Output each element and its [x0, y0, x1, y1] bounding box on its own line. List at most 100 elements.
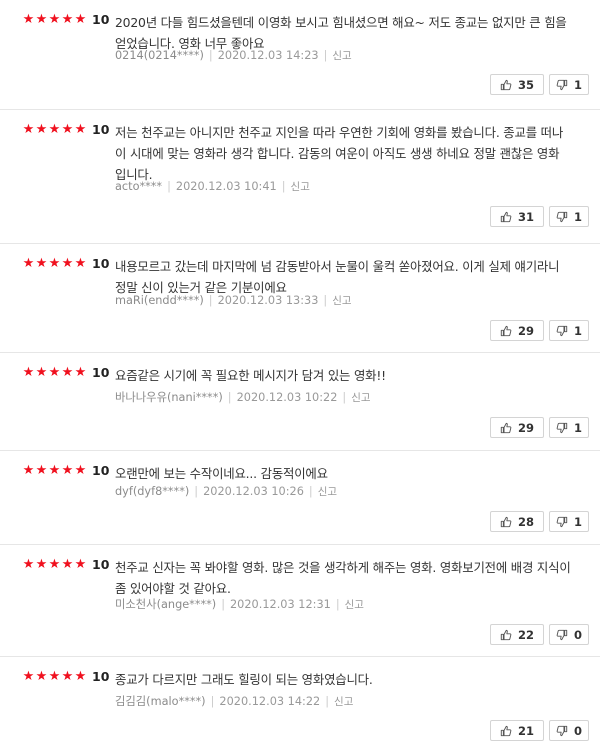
thumbs-up-icon: [500, 725, 512, 736]
review-author[interactable]: 0214(0214****): [115, 49, 204, 62]
thumbs-down-icon: [556, 725, 568, 736]
dislike-button[interactable]: 0: [549, 720, 589, 741]
star-rating: ★ ★ ★ ★ ★ 10: [22, 12, 110, 28]
star-icon: ★: [61, 463, 74, 478]
review-author[interactable]: acto****: [115, 180, 162, 193]
thumbs-down-icon: [556, 516, 568, 527]
like-count: 29: [517, 323, 534, 338]
review-list: ★ ★ ★ ★ ★ 10 2020년 다들 힘드셨을텐데 이영화 보시고 힘내셨으면 해…: [0, 0, 600, 753]
star-icon: ★: [22, 122, 35, 137]
vote-buttons: 29 1: [490, 320, 589, 341]
report-link[interactable]: 신고: [334, 696, 353, 708]
vote-buttons: 21 0: [490, 720, 589, 741]
rating-score: 10: [92, 12, 110, 27]
dislike-button[interactable]: 1: [549, 511, 589, 532]
star-icon: ★: [61, 256, 74, 271]
star-icon: ★: [35, 12, 48, 27]
star-rating: ★ ★ ★ ★ ★ 10: [22, 557, 110, 573]
meta-divider: |: [281, 180, 286, 193]
star-icon: ★: [61, 122, 74, 137]
thumbs-up-icon: [500, 516, 512, 527]
report-link[interactable]: 신고: [291, 181, 310, 193]
thumbs-down-icon: [556, 325, 568, 336]
thumbs-down-icon: [556, 422, 568, 433]
star-icon: ★: [61, 557, 74, 572]
like-count: 21: [517, 723, 534, 738]
dislike-button[interactable]: 1: [549, 417, 589, 438]
star-icon: ★: [22, 12, 35, 27]
report-link[interactable]: 신고: [345, 599, 364, 611]
like-button[interactable]: 29: [490, 417, 544, 438]
review-meta: acto**** | 2020.12.03 10:41 | 신고: [115, 179, 310, 195]
review-text: 오랜만에 보는 수작이네요... 감동적이에요: [115, 466, 328, 481]
rating-score: 10: [92, 463, 110, 478]
rating-score: 10: [92, 365, 110, 380]
meta-divider: |: [323, 49, 328, 62]
review-item: ★ ★ ★ ★ ★ 10 천주교 신자는 꼭 봐야할 영화. 많은 것을 생각하게 해주…: [0, 545, 600, 657]
star-icon: ★: [48, 365, 61, 380]
like-button[interactable]: 28: [490, 511, 544, 532]
like-button[interactable]: 21: [490, 720, 544, 741]
review-date: 2020.12.03 10:26: [203, 485, 304, 498]
star-icon: ★: [48, 12, 61, 27]
review-item: ★ ★ ★ ★ ★ 10 요즘같은 시기에 꼭 필요한 메시지가 담겨 있는 영화!! …: [0, 353, 600, 451]
thumbs-up-icon: [500, 325, 512, 336]
review-author[interactable]: 바나나우유(nani****): [115, 391, 223, 404]
star-rating: ★ ★ ★ ★ ★ 10: [22, 256, 110, 272]
like-count: 35: [517, 77, 534, 92]
dislike-button[interactable]: 0: [549, 624, 589, 645]
star-icon: ★: [48, 256, 61, 271]
star-icon: ★: [74, 463, 87, 478]
review-meta: dyf(dyf8****) | 2020.12.03 10:26 | 신고: [115, 484, 337, 500]
review-author[interactable]: maRi(endd****): [115, 294, 204, 307]
report-link[interactable]: 신고: [332, 295, 351, 307]
star-icon: ★: [74, 256, 87, 271]
star-icon: ★: [22, 365, 35, 380]
meta-divider: |: [308, 485, 313, 498]
review-text: 천주교 신자는 꼭 봐야할 영화. 많은 것을 생각하게 해주는 영화. 영화보…: [115, 560, 571, 596]
review-author[interactable]: 김김김(malo****): [115, 695, 206, 708]
like-button[interactable]: 31: [490, 206, 544, 227]
report-link[interactable]: 신고: [351, 392, 370, 404]
like-button[interactable]: 35: [490, 74, 544, 95]
meta-divider: |: [194, 485, 199, 498]
star-rating: ★ ★ ★ ★ ★ 10: [22, 463, 110, 479]
thumbs-up-icon: [500, 211, 512, 222]
report-link[interactable]: 신고: [318, 486, 337, 498]
report-link[interactable]: 신고: [332, 50, 351, 62]
star-icon: ★: [35, 463, 48, 478]
thumbs-up-icon: [500, 629, 512, 640]
review-text: 저는 천주교는 아니지만 천주교 지인을 따라 우연한 기회에 영화를 봤습니다…: [115, 125, 564, 182]
like-count: 31: [517, 209, 534, 224]
review-date: 2020.12.03 14:22: [219, 695, 321, 708]
thumbs-down-icon: [556, 629, 568, 640]
like-button[interactable]: 22: [490, 624, 544, 645]
star-icon: ★: [74, 557, 87, 572]
star-icon: ★: [61, 365, 74, 380]
vote-buttons: 22 0: [490, 624, 589, 645]
star-icon: ★: [35, 669, 48, 684]
like-button[interactable]: 29: [490, 320, 544, 341]
review-date: 2020.12.03 10:41: [175, 180, 277, 193]
review-item: ★ ★ ★ ★ ★ 10 저는 천주교는 아니지만 천주교 지인을 따라 우연한 기회에…: [0, 110, 600, 244]
meta-divider: |: [167, 180, 171, 193]
review-item: ★ ★ ★ ★ ★ 10 내용모르고 갔는데 마지막에 넘 감동받아서 눈물이 울컥 쏟…: [0, 244, 600, 353]
meta-divider: |: [221, 598, 225, 611]
star-icon: ★: [74, 669, 87, 684]
dislike-button[interactable]: 1: [549, 74, 589, 95]
star-rating: ★ ★ ★ ★ ★ 10: [22, 669, 110, 685]
review-date: 2020.12.03 13:33: [217, 294, 319, 307]
rating-score: 10: [92, 557, 110, 572]
dislike-button[interactable]: 1: [549, 206, 589, 227]
meta-divider: |: [325, 695, 330, 708]
dislike-button[interactable]: 1: [549, 320, 589, 341]
review-meta: 김김김(malo****) | 2020.12.03 14:22 | 신고: [115, 694, 353, 710]
meta-divider: |: [208, 294, 213, 307]
star-icon: ★: [74, 365, 87, 380]
like-count: 28: [517, 514, 534, 529]
thumbs-down-icon: [556, 79, 568, 90]
star-icon: ★: [61, 669, 74, 684]
review-author[interactable]: dyf(dyf8****): [115, 485, 189, 498]
star-icon: ★: [48, 122, 61, 137]
review-author[interactable]: 미소천사(ange****): [115, 598, 216, 611]
